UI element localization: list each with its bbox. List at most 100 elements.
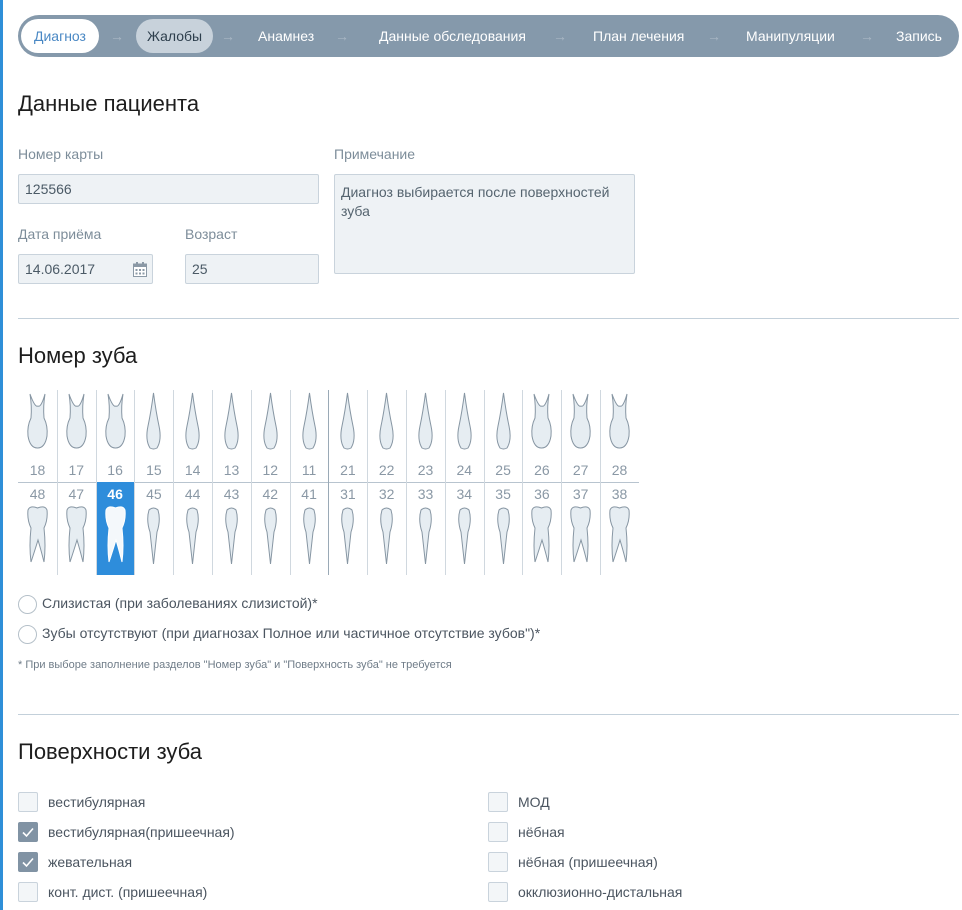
tooth-icon [146, 392, 162, 450]
step-examination[interactable]: Данные обследования [379, 19, 526, 53]
tooth-cell[interactable]: 48 [18, 482, 57, 575]
surface-checkbox[interactable] [488, 822, 508, 842]
tooth-number: 32 [378, 486, 395, 502]
tooth-number: 42 [262, 486, 279, 502]
step-manipulations[interactable]: Манипуляции [746, 19, 835, 53]
tooth-cell[interactable]: 26 [522, 390, 561, 482]
tooth-cell[interactable]: 17 [57, 390, 96, 482]
surface-label: конт. дист. (пришеечная) [48, 884, 208, 900]
step-treatment-plan[interactable]: План лечения [593, 19, 684, 53]
arrow-icon: → [221, 28, 235, 44]
arrow-icon: → [860, 28, 874, 44]
tooth-cell[interactable]: 44 [173, 482, 212, 575]
divider [18, 318, 959, 319]
surface-checkbox[interactable] [488, 882, 508, 902]
arrow-icon: → [553, 28, 567, 44]
arrow-icon: → [335, 28, 349, 44]
tooth-cell[interactable]: 24 [445, 390, 484, 482]
date-value: 14.06.2017 [25, 261, 96, 277]
section-title-teeth: Номер зуба [18, 343, 138, 368]
card-number-label: Номер карты [18, 146, 104, 162]
tooth-number: 33 [417, 486, 434, 502]
tooth-cell[interactable]: 12 [251, 390, 290, 482]
check-icon [22, 857, 34, 868]
tooth-icon [301, 392, 317, 450]
surface-checkbox[interactable] [488, 792, 508, 812]
card-number-input[interactable]: 125566 [18, 174, 319, 204]
age-input[interactable]: 25 [185, 254, 319, 284]
surface-checkbox-checked[interactable] [18, 852, 38, 872]
surface-checkbox[interactable] [18, 882, 38, 902]
tooth-cell[interactable]: 42 [251, 482, 290, 575]
tooth-icon [570, 506, 591, 563]
tooth-cell[interactable]: 38 [600, 482, 639, 575]
tooth-cell[interactable]: 15 [134, 390, 173, 482]
date-input[interactable]: 14.06.2017 [18, 254, 153, 284]
option-missing-teeth[interactable]: Зубы отсутствуют (при диагнозах Полное и… [18, 625, 540, 644]
step-appointment[interactable]: Запись [896, 19, 942, 53]
tooth-icon [379, 392, 394, 450]
surface-checkbox[interactable] [18, 792, 38, 812]
tooth-number: 13 [223, 462, 240, 478]
tooth-number: 44 [184, 486, 201, 502]
tooth-cell[interactable]: 27 [561, 390, 600, 482]
mucosa-label: Слизистая (при заболеваниях слизистой)* [42, 595, 318, 612]
tooth-number: 23 [417, 462, 434, 478]
tooth-cell[interactable]: 34 [445, 482, 484, 575]
footnote: * При выборе заполнение разделов "Номер … [18, 659, 452, 671]
tooth-cell[interactable]: 14 [173, 390, 212, 482]
note-textarea[interactable]: Диагноз выбирается после поверхностей зу… [334, 174, 635, 274]
tooth-number: 22 [378, 462, 395, 478]
tooth-cell[interactable]: 11 [290, 390, 329, 482]
surface-checkbox[interactable] [488, 852, 508, 872]
tooth-icon [418, 392, 433, 450]
tooth-cell[interactable]: 21 [328, 390, 367, 482]
section-title-patient: Данные пациента [18, 91, 200, 116]
surface-checkbox-checked[interactable] [18, 822, 38, 842]
tooth-cell[interactable]: 16 [96, 390, 135, 482]
tooth-number: 11 [301, 462, 317, 478]
tooth-cell-selected[interactable]: 46 [95, 482, 135, 575]
tooth-icon [531, 506, 553, 563]
tooth-cell[interactable]: 18 [18, 390, 57, 482]
tooth-cell[interactable]: 47 [57, 482, 96, 575]
surface-label: нёбная (пришеечная) [518, 854, 658, 870]
tooth-cell[interactable]: 25 [484, 390, 523, 482]
step-anamnesis[interactable]: Анамнез [258, 19, 314, 53]
date-label: Дата приёма [18, 226, 102, 242]
tooth-icon [147, 507, 161, 565]
tooth-icon [225, 507, 238, 565]
missing-teeth-radio[interactable] [18, 625, 37, 644]
tooth-number: 46 [107, 486, 123, 502]
tooth-icon [341, 507, 355, 565]
tooth-chart: 18 17 16 15 14 13 12 11 21 22 23 24 25 26 27 28 48 47 46 45… [18, 390, 639, 575]
tooth-cell[interactable]: 45 [134, 482, 173, 575]
step-diagnosis[interactable]: Диагноз [21, 19, 99, 53]
calendar-icon[interactable] [133, 262, 147, 277]
step-complaints[interactable]: Жалобы [136, 19, 214, 53]
tooth-cell[interactable]: 32 [367, 482, 406, 575]
tooth-cell[interactable]: 36 [522, 482, 561, 575]
tooth-grid-line [522, 390, 523, 575]
option-mucosa[interactable]: Слизистая (при заболеваниях слизистой)* [18, 595, 318, 614]
tooth-grid-line [251, 390, 252, 575]
tooth-cell[interactable]: 35 [484, 482, 523, 575]
tooth-cell[interactable]: 37 [561, 482, 600, 575]
tooth-cell[interactable]: 33 [406, 482, 445, 575]
tooth-cell[interactable]: 31 [328, 482, 367, 575]
tooth-number: 18 [29, 462, 46, 478]
surface-label: жевательная [48, 854, 133, 870]
note-label: Примечание [334, 146, 416, 162]
tooth-cell[interactable]: 41 [290, 482, 329, 575]
tooth-cell[interactable]: 22 [367, 390, 406, 482]
tooth-cell[interactable]: 23 [406, 390, 445, 482]
mucosa-radio[interactable] [18, 595, 37, 614]
tooth-icon [263, 392, 278, 450]
tooth-icon [495, 392, 511, 450]
tooth-grid-line [406, 390, 407, 575]
tooth-cell[interactable]: 28 [600, 390, 639, 482]
tooth-cell[interactable]: 43 [212, 482, 251, 575]
tooth-icon [609, 393, 630, 449]
tooth-icon [570, 393, 591, 449]
tooth-cell[interactable]: 13 [212, 390, 251, 482]
